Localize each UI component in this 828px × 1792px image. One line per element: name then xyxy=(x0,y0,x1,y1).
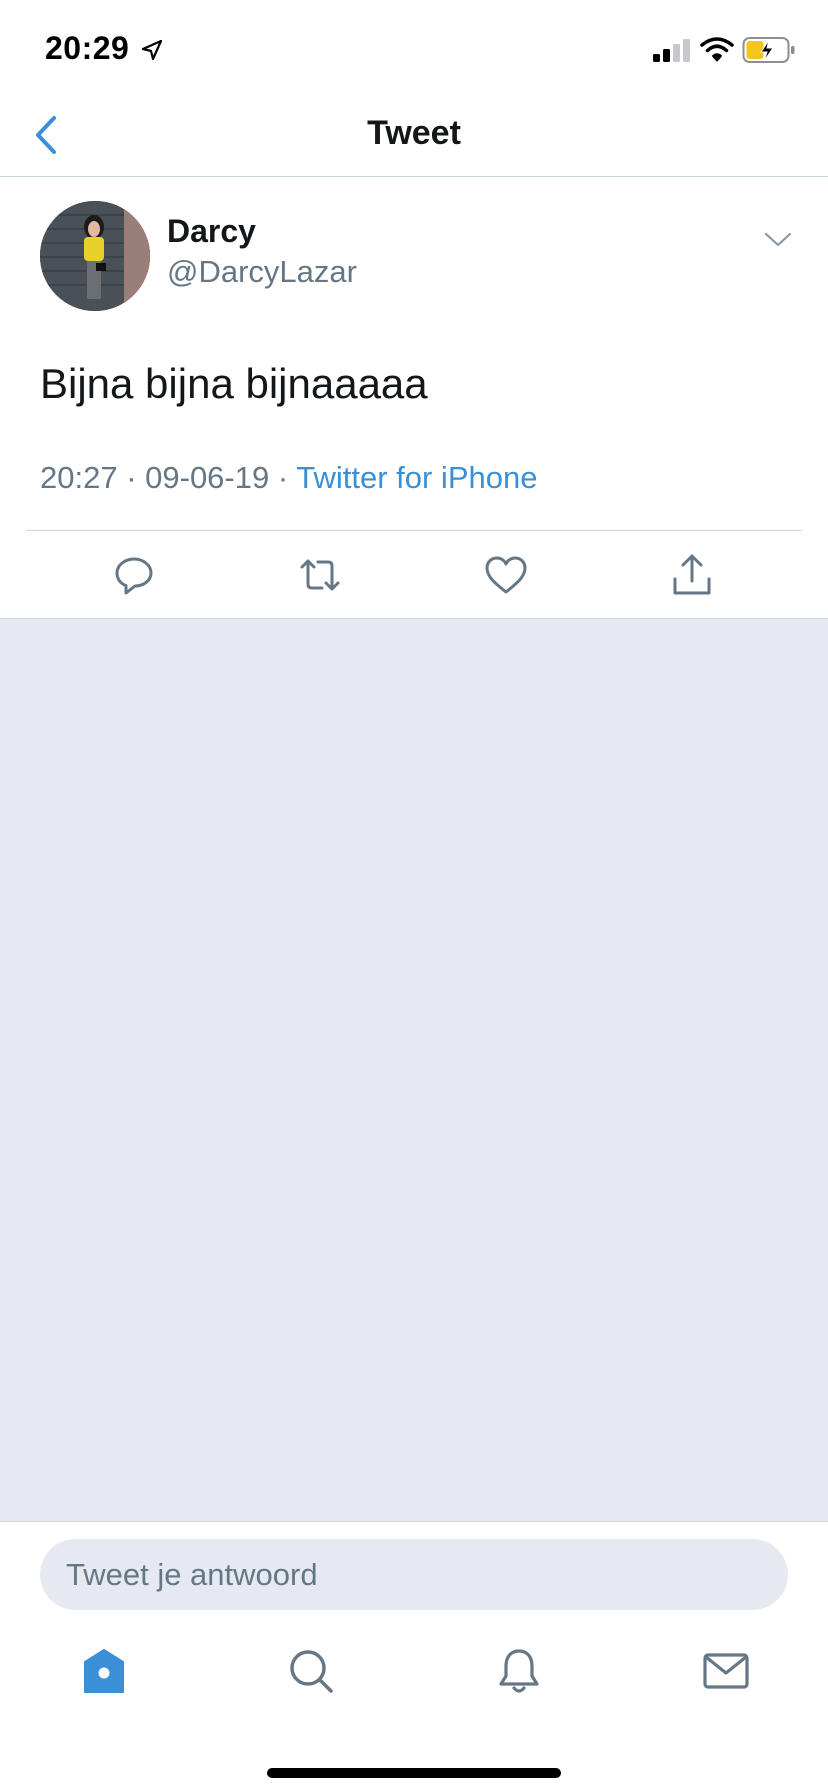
status-time: 20:29 xyxy=(45,30,130,66)
meta-separator: · xyxy=(269,460,297,495)
wifi-icon xyxy=(700,37,734,62)
tweet-date: 09-06-19 xyxy=(145,460,270,495)
like-icon[interactable] xyxy=(482,551,530,599)
chevron-down-icon[interactable] xyxy=(764,229,792,249)
tweet-source-link[interactable]: Twitter for iPhone xyxy=(296,460,537,495)
status-bar: 20:29 xyxy=(0,0,828,100)
author-name[interactable]: Darcy xyxy=(167,213,256,250)
tweet-text: Bijna bijna bijnaaaaa xyxy=(40,360,428,407)
reply-icon[interactable] xyxy=(110,551,158,599)
battery-charging-icon xyxy=(742,37,795,63)
avatar[interactable] xyxy=(40,201,150,311)
meta-separator: · xyxy=(117,460,146,495)
tweet-meta: 20:27 · 09-06-19 · Twitter for iPhone xyxy=(40,460,537,496)
author-handle[interactable]: @DarcyLazar xyxy=(167,254,357,290)
share-icon[interactable] xyxy=(668,551,716,599)
tweet-detail: Darcy @DarcyLazar Bijna bijna bijnaaaaa … xyxy=(0,177,828,619)
bottom-bar xyxy=(0,1521,828,1792)
notifications-icon[interactable] xyxy=(494,1646,544,1696)
home-icon[interactable] xyxy=(79,1646,129,1696)
messages-icon[interactable] xyxy=(701,1646,751,1696)
page-title: Tweet xyxy=(367,114,461,152)
cellular-signal-icon xyxy=(653,39,690,62)
retweet-icon[interactable] xyxy=(296,551,344,599)
nav-bar: Tweet xyxy=(0,100,828,177)
tweet-actions xyxy=(0,531,828,619)
replies-area xyxy=(0,619,828,1521)
avatar-image xyxy=(40,201,150,311)
search-icon[interactable] xyxy=(286,1646,336,1696)
reply-input[interactable] xyxy=(40,1539,788,1610)
tab-bar xyxy=(0,1632,828,1712)
tweet-time: 20:27 xyxy=(40,460,118,495)
location-arrow-icon xyxy=(141,39,163,61)
home-indicator[interactable] xyxy=(267,1768,561,1778)
